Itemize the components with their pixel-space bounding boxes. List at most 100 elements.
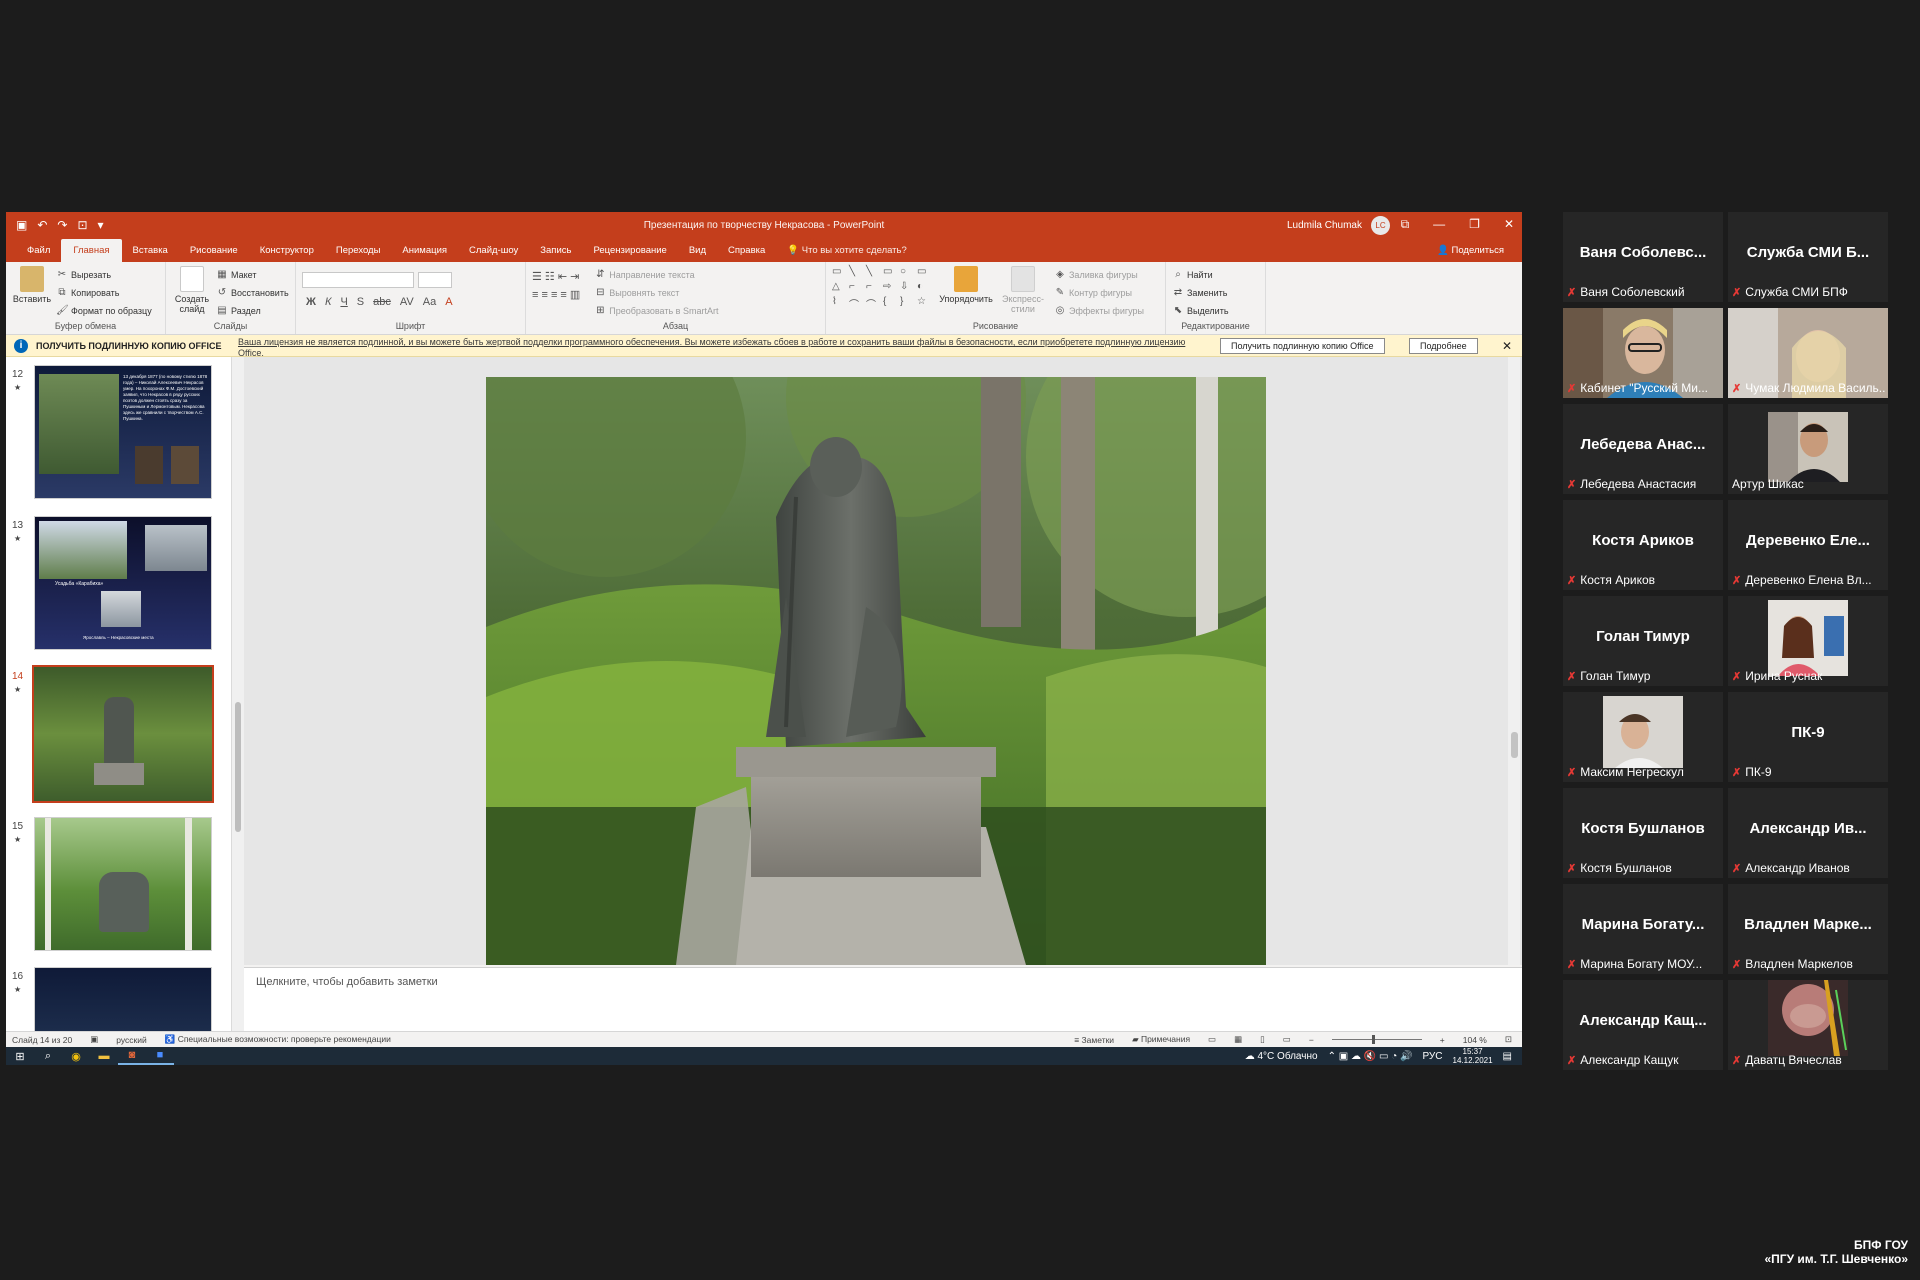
- slide-thumbnail[interactable]: [34, 967, 212, 1031]
- scrollbar-thumb[interactable]: [235, 702, 241, 832]
- participant-tile[interactable]: ПК-9 ✗ ПК-9: [1728, 692, 1888, 782]
- smartart-button[interactable]: ⊞ Преобразовать в SmartArt: [594, 302, 718, 320]
- input-language[interactable]: РУС: [1422, 1051, 1442, 1062]
- font-size-input[interactable]: [418, 272, 452, 288]
- scrollbar-thumb[interactable]: [1511, 732, 1518, 758]
- chrome-icon[interactable]: ◉: [62, 1047, 90, 1065]
- user-name[interactable]: Ludmila Chumak: [1287, 220, 1362, 231]
- font-color-button[interactable]: A: [445, 296, 452, 308]
- participant-tile[interactable]: Александр Кащ... ✗ Александр Кащук: [1563, 980, 1723, 1070]
- participant-tile[interactable]: Марина Богату... ✗ Марина Богату МОУ...: [1563, 884, 1723, 974]
- shape-icon[interactable]: ⇨: [883, 281, 898, 294]
- tab-home[interactable]: Главная: [61, 239, 122, 262]
- thumbnail-item[interactable]: 12 ★ 13 декабря 1877 (по новому стилю 18…: [6, 363, 226, 503]
- reset-button[interactable]: ↺ Восстановить: [216, 284, 289, 302]
- shape-icon[interactable]: {: [883, 296, 898, 309]
- shape-icon[interactable]: ▭: [917, 266, 932, 279]
- message-text[interactable]: Ваша лицензия не является подлинной, и в…: [238, 337, 1198, 359]
- learn-more-button[interactable]: Подробнее: [1409, 338, 1478, 354]
- participant-tile[interactable]: Костя Ариков ✗ Костя Ариков: [1563, 500, 1723, 590]
- slide-thumbnail[interactable]: [34, 817, 212, 951]
- shape-icon[interactable]: ⌐: [866, 281, 881, 294]
- spellcheck-icon[interactable]: ▣: [90, 1034, 98, 1045]
- shape-icon[interactable]: ○: [900, 266, 915, 279]
- tab-animations[interactable]: Анимация: [391, 245, 458, 262]
- layout-button[interactable]: ▦ Макет: [216, 266, 289, 284]
- shadow-button[interactable]: S: [357, 296, 364, 308]
- participant-tile-video[interactable]: ✗ Даватц Вячеслав: [1728, 980, 1888, 1070]
- spacing-button[interactable]: AV: [400, 296, 414, 308]
- powerpoint-icon[interactable]: ◙: [118, 1047, 146, 1065]
- select-button[interactable]: ⬉ Выделить: [1172, 302, 1259, 320]
- participant-tile[interactable]: Александр Ив... ✗ Александр Иванов: [1728, 788, 1888, 878]
- windows-start-icon[interactable]: ⊞: [6, 1047, 34, 1065]
- tab-design[interactable]: Конструктор: [249, 245, 325, 262]
- align-buttons-icon[interactable]: ≡ ≡ ≡ ≡ ▥: [532, 286, 580, 304]
- thumbnail-item[interactable]: 15 ★: [6, 815, 226, 955]
- participant-tile[interactable]: Костя Бушланов ✗ Костя Бушланов: [1563, 788, 1723, 878]
- get-genuine-button[interactable]: Получить подлинную копию Office: [1220, 338, 1385, 354]
- tab-insert[interactable]: Вставка: [122, 245, 179, 262]
- shape-fill-button[interactable]: ◈ Заливка фигуры: [1054, 266, 1144, 284]
- thumbnail-scrollbar[interactable]: [232, 357, 244, 1031]
- current-slide[interactable]: [486, 377, 1266, 965]
- notifications-icon[interactable]: ▤: [1503, 1051, 1512, 1062]
- find-button[interactable]: ⌕ Найти: [1172, 266, 1259, 284]
- zoom-out-icon[interactable]: −: [1309, 1035, 1314, 1045]
- comments-toggle[interactable]: ▰ Примечания: [1132, 1034, 1190, 1045]
- thumbnail-item-selected[interactable]: 14 ★: [6, 665, 226, 805]
- shape-icon[interactable]: ▭: [883, 266, 898, 279]
- shape-icon[interactable]: ☆: [917, 296, 932, 309]
- participant-tile[interactable]: Деревенко Еле... ✗ Деревенко Елена Вл...: [1728, 500, 1888, 590]
- align-text-button[interactable]: ⊟ Выровнять текст: [594, 284, 718, 302]
- zoom-slider[interactable]: [1331, 1035, 1422, 1044]
- thumbnail-item[interactable]: 13 ★ Усадьба «Карабиха» Ярославль – Некр…: [6, 514, 226, 654]
- normal-view-icon[interactable]: ▭: [1208, 1034, 1216, 1045]
- ribbon-display-icon[interactable]: ⧉: [1401, 217, 1410, 232]
- participant-tile[interactable]: Служба СМИ Б... ✗ Служба СМИ БПФ: [1728, 212, 1888, 302]
- notes-pane[interactable]: Щелкните, чтобы добавить заметки: [244, 967, 1522, 1031]
- slide-thumbnail[interactable]: Усадьба «Карабиха» Ярославль – Некрасовс…: [34, 516, 212, 650]
- replace-button[interactable]: ⇄ Заменить: [1172, 284, 1259, 302]
- shape-icon[interactable]: ╲: [849, 266, 864, 279]
- section-button[interactable]: ▤ Раздел: [216, 302, 289, 320]
- shape-icon[interactable]: }: [900, 296, 915, 309]
- bold-button[interactable]: Ж: [306, 296, 316, 308]
- shape-effects-button[interactable]: ◎ Эффекты фигуры: [1054, 302, 1144, 320]
- slideshow-icon[interactable]: ▭: [1283, 1034, 1291, 1045]
- share-button[interactable]: 👤 Поделиться: [1419, 245, 1522, 262]
- slide-scrollbar[interactable]: [1508, 357, 1520, 965]
- search-icon[interactable]: ⌕: [34, 1047, 62, 1065]
- zoom-level[interactable]: 104 %: [1463, 1035, 1487, 1045]
- shape-icon[interactable]: ⌒: [849, 296, 864, 311]
- participant-tile-video[interactable]: ✗ Чумак Людмила Василь...: [1728, 308, 1888, 398]
- thumbnail-item[interactable]: 16 ★: [6, 965, 226, 1031]
- clock[interactable]: 15:37 14.12.2021: [1453, 1047, 1493, 1065]
- shape-icon[interactable]: ⌒: [866, 296, 881, 311]
- file-explorer-icon[interactable]: ▬: [90, 1047, 118, 1065]
- shape-icon[interactable]: ⇩: [900, 281, 915, 294]
- shape-icon[interactable]: ⌐: [849, 281, 864, 294]
- strikethrough-button[interactable]: abc: [373, 296, 391, 308]
- slide-thumbnail[interactable]: 13 декабря 1877 (по новому стилю 1878 го…: [34, 365, 212, 499]
- user-avatar[interactable]: LC: [1371, 216, 1390, 235]
- tab-draw[interactable]: Рисование: [179, 245, 249, 262]
- underline-button[interactable]: Ч: [340, 296, 347, 308]
- zoom-app-icon[interactable]: ■: [146, 1047, 174, 1065]
- shape-icon[interactable]: ╲: [866, 266, 881, 279]
- list-buttons-icon[interactable]: ☰ ☷ ⇤ ⇥: [532, 268, 580, 286]
- font-name-input[interactable]: [302, 272, 414, 288]
- fit-slide-icon[interactable]: ⊡: [1505, 1034, 1512, 1045]
- tab-record[interactable]: Запись: [529, 245, 582, 262]
- participant-tile-video[interactable]: ✗ Максим Негрескул: [1563, 692, 1723, 782]
- tab-view[interactable]: Вид: [678, 245, 717, 262]
- weather-widget[interactable]: ☁ 4°C Облачно: [1245, 1051, 1318, 1062]
- restore-icon[interactable]: ❐: [1469, 217, 1480, 232]
- participant-tile-video[interactable]: ✗ Ирина Руснак: [1728, 596, 1888, 686]
- slide-sorter-icon[interactable]: ▦: [1234, 1034, 1242, 1045]
- slide-thumbnail[interactable]: [32, 665, 214, 803]
- shape-icon[interactable]: ⌇: [832, 296, 847, 309]
- participant-tile[interactable]: Лебедева Анас... ✗ Лебедева Анастасия: [1563, 404, 1723, 494]
- change-case-button[interactable]: Aa: [423, 296, 436, 308]
- tab-file[interactable]: Файл: [16, 245, 61, 262]
